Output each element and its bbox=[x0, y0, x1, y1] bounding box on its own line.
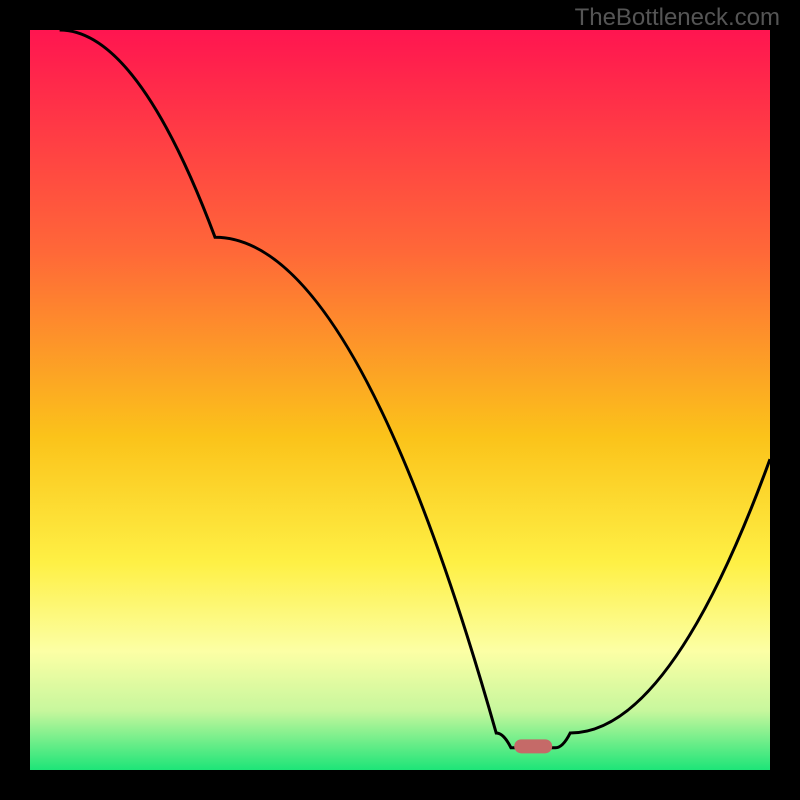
chart-svg bbox=[0, 0, 800, 800]
chart-container: TheBottleneck.com bbox=[0, 0, 800, 800]
watermark-text: TheBottleneck.com bbox=[575, 4, 780, 32]
plot-background bbox=[30, 30, 770, 770]
optimal-marker bbox=[514, 739, 552, 753]
